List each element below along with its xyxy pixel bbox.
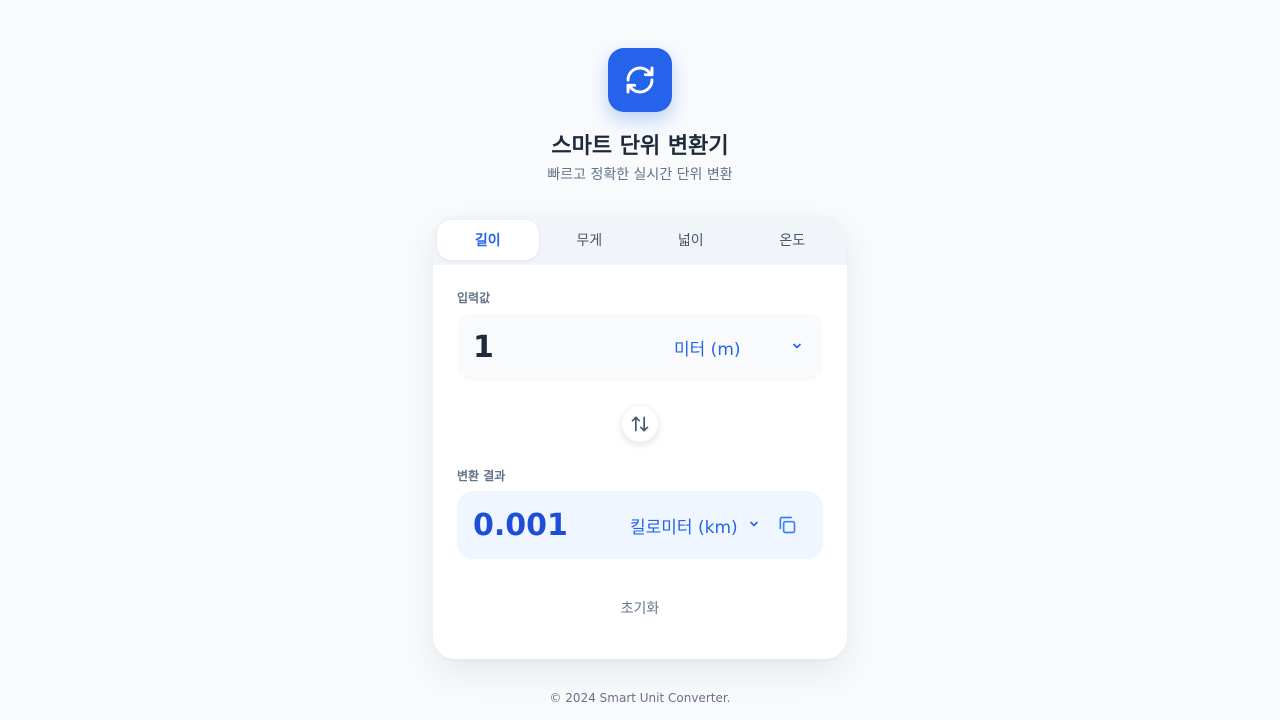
result-value: 0.001 [473,507,568,543]
copy-icon [779,516,796,534]
input-field: 미터 (m) [457,313,823,381]
tab-length[interactable]: 길이 [437,220,539,260]
input-label: 입력값 [457,291,491,305]
swap-button[interactable] [622,406,658,442]
refresh-icon [626,66,654,94]
chevron-down-icon [748,515,760,535]
result-field: 0.001 킬로미터 (km) [457,491,823,559]
footer-copyright: © 2024 Smart Unit Converter. [549,691,731,705]
value-input[interactable] [473,313,653,381]
result-label: 변환 결과 [457,469,506,483]
tab-temperature[interactable]: 온도 [742,220,844,260]
copy-button[interactable] [775,513,799,537]
tab-weight[interactable]: 무게 [539,220,641,260]
category-tabs: 길이 무게 넓이 온도 [433,216,847,265]
result-unit-select[interactable]: 킬로미터 (km) [630,491,760,559]
reset-button[interactable]: 초기화 [433,598,847,618]
input-unit-label: 미터 (m) [674,339,741,360]
converter-card: 길이 무게 넓이 온도 입력값 미터 (m) 변환 결과 0.001 킬로미터 … [433,216,847,659]
app-logo [608,48,672,112]
page-subtitle: 빠르고 정확한 실시간 단위 변환 [547,167,733,183]
chevron-down-icon [791,337,803,357]
input-unit-select[interactable]: 미터 (m) [674,313,803,381]
page-title: 스마트 단위 변환기 [551,134,729,159]
swap-vertical-icon [631,416,649,432]
tab-area[interactable]: 넓이 [640,220,742,260]
result-unit-label: 킬로미터 (km) [630,517,738,538]
